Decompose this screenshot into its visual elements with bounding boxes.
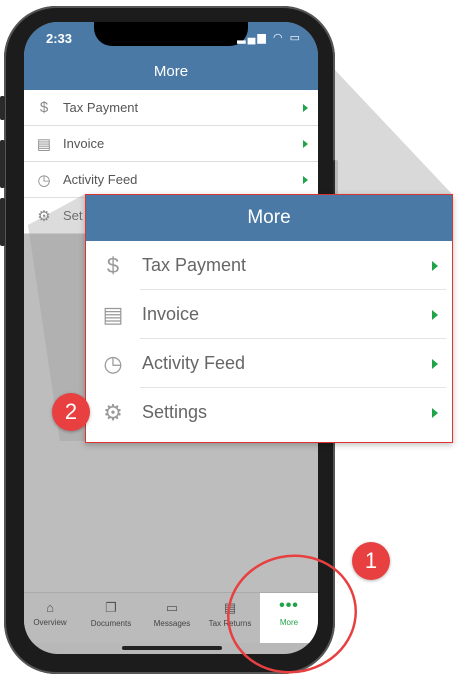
chevron-right-icon [432, 260, 438, 271]
gear-icon: ⚙ [103, 399, 123, 425]
zoomed-menu-item-activity-feed[interactable]: ◷ Activity Feed [86, 339, 452, 388]
clock-icon: ◷ [103, 350, 123, 376]
zoomed-menu-item-tax-payment[interactable]: $ Tax Payment [86, 241, 452, 290]
zoomed-header-title: More [86, 195, 452, 241]
chevron-right-icon [432, 407, 438, 418]
menu-item-label: Settings [142, 402, 208, 422]
step-2-badge: 2 [52, 393, 90, 431]
invoice-icon: ▤ [102, 301, 124, 327]
dollar-icon: $ [106, 252, 120, 278]
zoomed-menu-item-invoice[interactable]: ▤ Invoice [86, 290, 452, 339]
zoomed-more-menu: More $ Tax Payment ▤ Invoice ◷ Activity … [85, 194, 453, 443]
menu-item-label: Tax Payment [142, 255, 247, 275]
chevron-right-icon [432, 309, 438, 320]
menu-item-label: Invoice [142, 304, 200, 324]
highlight-circle [226, 554, 358, 674]
step-1-badge: 1 [352, 542, 390, 580]
zoomed-menu-item-settings[interactable]: ⚙ Settings [86, 388, 452, 437]
chevron-right-icon [432, 358, 438, 369]
menu-item-label: Activity Feed [142, 353, 246, 373]
